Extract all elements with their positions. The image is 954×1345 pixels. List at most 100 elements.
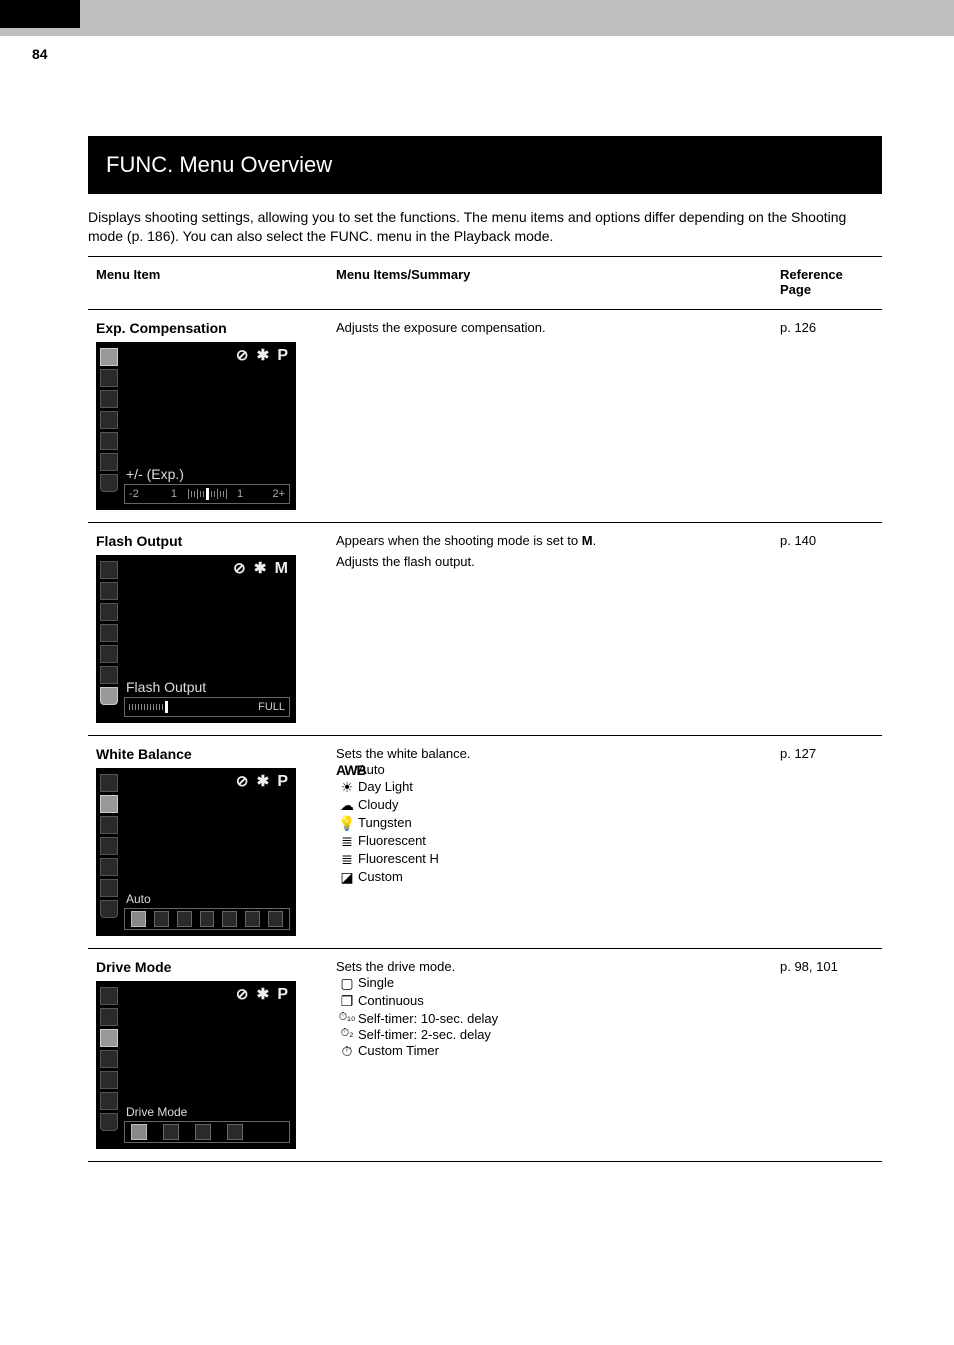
disp-off-icon: ⊘	[236, 347, 251, 364]
table-row: White Balance ⊘ ✱	[88, 735, 882, 948]
lcd-side-icon	[100, 879, 118, 897]
section-intro: Displays shooting settings, allowing you…	[88, 208, 882, 246]
table-row: Drive Mode ⊘ ✱	[88, 948, 882, 1161]
lcd-thumb-drive: ⊘ ✱ P Drive Mode	[96, 981, 296, 1149]
page-body: FUNC. Menu Overview Displays shooting se…	[0, 36, 954, 1202]
lcd-side-icon	[100, 369, 118, 387]
lcd-side-icon	[100, 390, 118, 408]
wb-fl1-icon	[222, 911, 237, 927]
wb-fl2-icon	[245, 911, 260, 927]
fluorescent-h-icon: ≣	[336, 851, 358, 868]
custom-wb-icon: ◪	[336, 869, 358, 886]
opt-label: Single	[358, 975, 764, 990]
cloud-icon: ☁	[336, 797, 358, 814]
item-desc-mode: M	[582, 533, 593, 548]
wb-cust-icon	[268, 911, 283, 927]
lcd-side-icon	[100, 816, 118, 834]
col-desc: Menu Items/Summary	[328, 256, 772, 309]
lcd-side-icon	[100, 561, 118, 579]
lcd-side-icon	[100, 453, 118, 471]
opt-label: Tungsten	[358, 815, 764, 830]
gear-icon: ✱	[254, 560, 269, 577]
opt-label: Self-timer: 10-sec. delay	[358, 1011, 764, 1026]
col-page: Reference Page	[772, 256, 882, 309]
lcd-mode-letter: P	[277, 773, 290, 790]
gear-icon: ✱	[257, 986, 272, 1003]
disp-off-icon: ⊘	[236, 986, 251, 1003]
fluorescent-icon: ≣	[336, 833, 358, 850]
timer-2-icon: ⏱₂	[336, 1027, 358, 1040]
lcd-side-icon	[100, 624, 118, 642]
opt-label: Custom Timer	[358, 1043, 764, 1058]
gear-icon: ✱	[257, 773, 272, 790]
lcd-side-icon	[100, 987, 118, 1005]
scale-minus: -2	[129, 488, 139, 500]
lcd-side-icon	[100, 666, 118, 684]
timer-custom-icon: ⏱	[336, 1043, 358, 1060]
sun-icon: ☀	[336, 779, 358, 796]
lcd-side-icon	[100, 645, 118, 663]
drive-cont-icon	[163, 1124, 179, 1140]
table-row: Exp. Compensation ⊘	[88, 309, 882, 522]
section-title: FUNC. Menu Overview	[88, 136, 882, 194]
disp-off-icon: ⊘	[233, 560, 248, 577]
lcd-side-icon	[100, 900, 118, 918]
opt-label: Fluorescent	[358, 833, 764, 848]
lcd-side-icon	[100, 474, 118, 492]
lcd-label: +/- (Exp.)	[126, 466, 184, 482]
thumb-tab	[0, 0, 80, 28]
lcd-thumb-exposure: ⊘ ✱ P +/- (Exp.) -2 1 1 2+	[96, 342, 296, 510]
scale-plus: 2+	[272, 488, 285, 500]
lcd-side-icon	[100, 432, 118, 450]
awb-icon: AWB	[336, 762, 358, 778]
wb-auto-icon	[131, 911, 146, 927]
opt-label: Continuous	[358, 993, 764, 1008]
item-desc-suffix: .	[593, 533, 597, 548]
drive-single-icon	[131, 1124, 147, 1140]
opt-label: Fluorescent H	[358, 851, 764, 866]
lcd-top-right: ⊘ ✱ M	[233, 559, 290, 578]
item-name: Flash Output	[96, 533, 320, 549]
item-desc: Adjusts the flash output.	[336, 554, 764, 569]
lcd-thumb-flash: ⊘ ✱ M Flash Output FULL	[96, 555, 296, 723]
lcd-side-icon	[100, 1071, 118, 1089]
flash-full-label: FULL	[258, 701, 285, 713]
continuous-icon: ❐	[336, 993, 358, 1010]
lcd-top-right: ⊘ ✱ P	[236, 346, 290, 365]
lcd-mode-letter: P	[277, 347, 290, 364]
lcd-wb-options	[124, 908, 290, 930]
lcd-side-icon	[100, 858, 118, 876]
lcd-side-icon	[100, 1050, 118, 1068]
item-name: White Balance	[96, 746, 320, 762]
lcd-side-icon	[100, 1008, 118, 1026]
exposure-marker	[206, 488, 209, 500]
bulb-icon: 💡	[336, 815, 358, 832]
lcd-mode-letter: P	[277, 986, 290, 1003]
item-desc: Sets the white balance.	[336, 746, 764, 761]
opt-label: Cloudy	[358, 797, 764, 812]
disp-off-icon: ⊘	[236, 773, 251, 790]
item-desc-prefix: Appears when the shooting mode is set to	[336, 533, 582, 548]
single-shot-icon: ▢	[336, 975, 358, 992]
col-item: Menu Item	[88, 256, 328, 309]
item-desc: Adjusts the exposure compensation.	[336, 320, 764, 335]
func-menu-table: Menu Item Menu Items/Summary Reference P…	[88, 256, 882, 1162]
lcd-side-icon	[100, 795, 118, 813]
lcd-drive-options	[124, 1121, 290, 1143]
opt-label: Auto	[358, 762, 764, 777]
lcd-label: Drive Mode	[126, 1105, 187, 1119]
lcd-side-icon	[100, 687, 118, 705]
opt-label: Day Light	[358, 779, 764, 794]
page-ref: p. 98, 101	[772, 948, 882, 1161]
timer-10-icon: ⏱₁₀	[336, 1011, 358, 1024]
lcd-top-right: ⊘ ✱ P	[236, 772, 290, 791]
scale-val: 1	[171, 488, 177, 500]
opt-label: Custom	[358, 869, 764, 884]
wb-cloud-icon	[177, 911, 192, 927]
wb-sun-icon	[154, 911, 169, 927]
item-name: Exp. Compensation	[96, 320, 320, 336]
lcd-flash-scale: FULL	[124, 697, 290, 717]
lcd-side-icon	[100, 348, 118, 366]
drive-t2-icon	[227, 1124, 243, 1140]
lcd-side-icon	[100, 582, 118, 600]
